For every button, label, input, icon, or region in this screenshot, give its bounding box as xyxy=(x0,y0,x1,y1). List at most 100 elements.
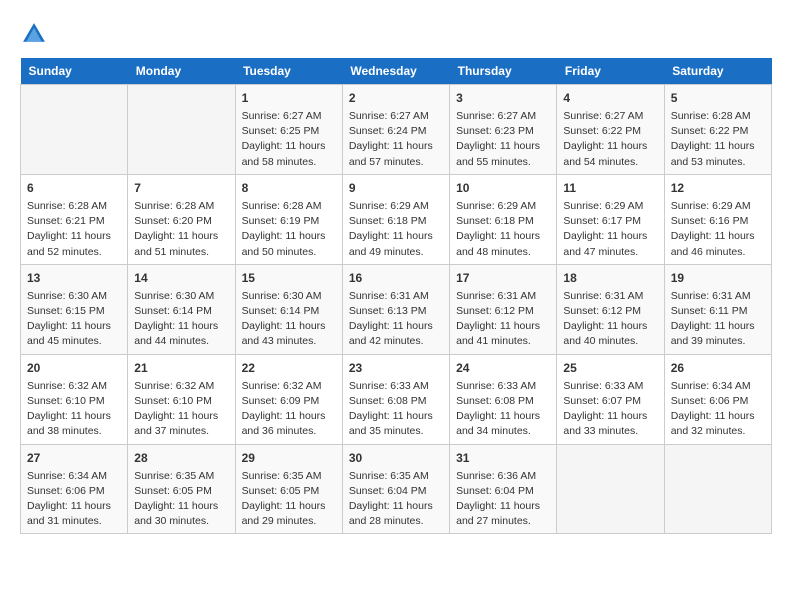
day-number: 14 xyxy=(134,269,228,287)
day-number: 17 xyxy=(456,269,550,287)
day-number: 7 xyxy=(134,179,228,197)
calendar-cell: 29 Sunrise: 6:35 AM Sunset: 6:05 PM Dayli… xyxy=(235,444,342,534)
cell-content: Sunrise: 6:30 AM Sunset: 6:15 PM Dayligh… xyxy=(27,289,121,350)
calendar-cell: 12 Sunrise: 6:29 AM Sunset: 6:16 PM Dayli… xyxy=(664,174,771,264)
calendar-cell: 31 Sunrise: 6:36 AM Sunset: 6:04 PM Dayli… xyxy=(450,444,557,534)
logo xyxy=(20,20,52,48)
calendar-cell xyxy=(664,444,771,534)
cell-content: Sunrise: 6:27 AM Sunset: 6:25 PM Dayligh… xyxy=(242,109,336,170)
calendar-cell: 4Sunrise: 6:27 AM Sunset: 6:22 PM Daylig… xyxy=(557,85,664,175)
calendar-week-row: 13 Sunrise: 6:30 AM Sunset: 6:15 PM Dayli… xyxy=(21,264,772,354)
day-number: 1 xyxy=(242,89,336,107)
cell-content: Sunrise: 6:34 AM Sunset: 6:06 PM Dayligh… xyxy=(27,469,121,530)
calendar-cell: 1 Sunrise: 6:27 AM Sunset: 6:25 PM Daylig… xyxy=(235,85,342,175)
calendar-cell: 17 Sunrise: 6:31 AM Sunset: 6:12 PM Dayli… xyxy=(450,264,557,354)
cell-content: Sunrise: 6:33 AM Sunset: 6:08 PM Dayligh… xyxy=(456,379,550,440)
day-number: 22 xyxy=(242,359,336,377)
calendar-cell: 6 Sunrise: 6:28 AM Sunset: 6:21 PM Daylig… xyxy=(21,174,128,264)
day-number: 6 xyxy=(27,179,121,197)
calendar-cell: 25 Sunrise: 6:33 AM Sunset: 6:07 PM Dayli… xyxy=(557,354,664,444)
cell-content: Sunrise: 6:27 AM Sunset: 6:23 PM Dayligh… xyxy=(456,109,550,170)
cell-content: Sunrise: 6:27 AM Sunset: 6:24 PM Dayligh… xyxy=(349,109,443,170)
cell-content: Sunrise: 6:30 AM Sunset: 6:14 PM Dayligh… xyxy=(242,289,336,350)
calendar-cell: 8 Sunrise: 6:28 AM Sunset: 6:19 PM Daylig… xyxy=(235,174,342,264)
calendar-cell: 2 Sunrise: 6:27 AM Sunset: 6:24 PM Daylig… xyxy=(342,85,449,175)
day-number: 18 xyxy=(563,269,657,287)
page-header xyxy=(20,20,772,48)
calendar-week-row: 27 Sunrise: 6:34 AM Sunset: 6:06 PM Dayli… xyxy=(21,444,772,534)
day-number: 19 xyxy=(671,269,765,287)
calendar-header-row: SundayMondayTuesdayWednesdayThursdayFrid… xyxy=(21,58,772,85)
day-number: 27 xyxy=(27,449,121,467)
day-number: 2 xyxy=(349,89,443,107)
cell-content: Sunrise: 6:28 AM Sunset: 6:19 PM Dayligh… xyxy=(242,199,336,260)
day-number: 29 xyxy=(242,449,336,467)
cell-content: Sunrise: 6:29 AM Sunset: 6:17 PM Dayligh… xyxy=(563,199,657,260)
calendar-week-row: 1 Sunrise: 6:27 AM Sunset: 6:25 PM Daylig… xyxy=(21,85,772,175)
day-number: 15 xyxy=(242,269,336,287)
calendar-cell: 19 Sunrise: 6:31 AM Sunset: 6:11 PM Dayli… xyxy=(664,264,771,354)
cell-content: Sunrise: 6:29 AM Sunset: 6:18 PM Dayligh… xyxy=(456,199,550,260)
cell-content: Sunrise: 6:31 AM Sunset: 6:12 PM Dayligh… xyxy=(563,289,657,350)
day-number: 24 xyxy=(456,359,550,377)
calendar-cell xyxy=(557,444,664,534)
calendar-cell: 11 Sunrise: 6:29 AM Sunset: 6:17 PM Dayli… xyxy=(557,174,664,264)
calendar-cell: 24 Sunrise: 6:33 AM Sunset: 6:08 PM Dayli… xyxy=(450,354,557,444)
cell-content: Sunrise: 6:33 AM Sunset: 6:07 PM Dayligh… xyxy=(563,379,657,440)
calendar-cell: 9Sunrise: 6:29 AM Sunset: 6:18 PM Daylig… xyxy=(342,174,449,264)
weekday-header: Saturday xyxy=(664,58,771,85)
day-number: 30 xyxy=(349,449,443,467)
calendar-cell: 3 Sunrise: 6:27 AM Sunset: 6:23 PM Daylig… xyxy=(450,85,557,175)
day-number: 31 xyxy=(456,449,550,467)
cell-content: Sunrise: 6:31 AM Sunset: 6:12 PM Dayligh… xyxy=(456,289,550,350)
day-number: 12 xyxy=(671,179,765,197)
cell-content: Sunrise: 6:28 AM Sunset: 6:21 PM Dayligh… xyxy=(27,199,121,260)
day-number: 10 xyxy=(456,179,550,197)
cell-content: Sunrise: 6:31 AM Sunset: 6:13 PM Dayligh… xyxy=(349,289,443,350)
calendar-cell: 18 Sunrise: 6:31 AM Sunset: 6:12 PM Dayli… xyxy=(557,264,664,354)
cell-content: Sunrise: 6:32 AM Sunset: 6:10 PM Dayligh… xyxy=(27,379,121,440)
weekday-header: Thursday xyxy=(450,58,557,85)
logo-icon xyxy=(20,20,48,48)
cell-content: Sunrise: 6:35 AM Sunset: 6:05 PM Dayligh… xyxy=(242,469,336,530)
cell-content: Sunrise: 6:28 AM Sunset: 6:20 PM Dayligh… xyxy=(134,199,228,260)
calendar-cell: 27 Sunrise: 6:34 AM Sunset: 6:06 PM Dayli… xyxy=(21,444,128,534)
calendar-cell: 15 Sunrise: 6:30 AM Sunset: 6:14 PM Dayli… xyxy=(235,264,342,354)
cell-content: Sunrise: 6:29 AM Sunset: 6:16 PM Dayligh… xyxy=(671,199,765,260)
weekday-header: Sunday xyxy=(21,58,128,85)
cell-content: Sunrise: 6:33 AM Sunset: 6:08 PM Dayligh… xyxy=(349,379,443,440)
cell-content: Sunrise: 6:35 AM Sunset: 6:04 PM Dayligh… xyxy=(349,469,443,530)
day-number: 11 xyxy=(563,179,657,197)
calendar-cell: 16Sunrise: 6:31 AM Sunset: 6:13 PM Dayli… xyxy=(342,264,449,354)
cell-content: Sunrise: 6:32 AM Sunset: 6:10 PM Dayligh… xyxy=(134,379,228,440)
cell-content: Sunrise: 6:27 AM Sunset: 6:22 PM Dayligh… xyxy=(563,109,657,170)
calendar-week-row: 20 Sunrise: 6:32 AM Sunset: 6:10 PM Dayli… xyxy=(21,354,772,444)
calendar-cell: 22 Sunrise: 6:32 AM Sunset: 6:09 PM Dayli… xyxy=(235,354,342,444)
cell-content: Sunrise: 6:32 AM Sunset: 6:09 PM Dayligh… xyxy=(242,379,336,440)
calendar-cell: 5 Sunrise: 6:28 AM Sunset: 6:22 PM Daylig… xyxy=(664,85,771,175)
day-number: 3 xyxy=(456,89,550,107)
cell-content: Sunrise: 6:35 AM Sunset: 6:05 PM Dayligh… xyxy=(134,469,228,530)
calendar-cell: 20 Sunrise: 6:32 AM Sunset: 6:10 PM Dayli… xyxy=(21,354,128,444)
day-number: 21 xyxy=(134,359,228,377)
weekday-header: Friday xyxy=(557,58,664,85)
calendar-cell: 30 Sunrise: 6:35 AM Sunset: 6:04 PM Dayli… xyxy=(342,444,449,534)
calendar-table: SundayMondayTuesdayWednesdayThursdayFrid… xyxy=(20,58,772,534)
day-number: 13 xyxy=(27,269,121,287)
cell-content: Sunrise: 6:36 AM Sunset: 6:04 PM Dayligh… xyxy=(456,469,550,530)
cell-content: Sunrise: 6:28 AM Sunset: 6:22 PM Dayligh… xyxy=(671,109,765,170)
day-number: 25 xyxy=(563,359,657,377)
day-number: 5 xyxy=(671,89,765,107)
day-number: 20 xyxy=(27,359,121,377)
cell-content: Sunrise: 6:29 AM Sunset: 6:18 PM Dayligh… xyxy=(349,199,443,260)
calendar-cell: 13 Sunrise: 6:30 AM Sunset: 6:15 PM Dayli… xyxy=(21,264,128,354)
day-number: 8 xyxy=(242,179,336,197)
calendar-cell xyxy=(128,85,235,175)
weekday-header: Wednesday xyxy=(342,58,449,85)
calendar-cell: 21 Sunrise: 6:32 AM Sunset: 6:10 PM Dayli… xyxy=(128,354,235,444)
calendar-cell: 14Sunrise: 6:30 AM Sunset: 6:14 PM Dayli… xyxy=(128,264,235,354)
calendar-cell: 10 Sunrise: 6:29 AM Sunset: 6:18 PM Dayli… xyxy=(450,174,557,264)
weekday-header: Monday xyxy=(128,58,235,85)
day-number: 23 xyxy=(349,359,443,377)
cell-content: Sunrise: 6:31 AM Sunset: 6:11 PM Dayligh… xyxy=(671,289,765,350)
